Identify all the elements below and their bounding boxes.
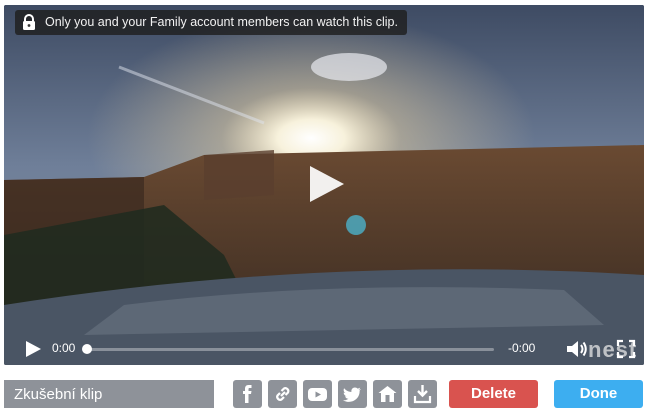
video-player[interactable]: Only you and your Family account members…	[4, 5, 644, 365]
youtube-button[interactable]	[303, 380, 332, 408]
twitter-button[interactable]	[338, 380, 367, 408]
clip-title-input[interactable]	[4, 380, 214, 408]
scrubber-handle[interactable]	[82, 344, 92, 354]
duration-remaining: -0:00	[508, 341, 536, 355]
facebook-button[interactable]	[233, 380, 262, 408]
fullscreen-icon[interactable]	[616, 339, 636, 359]
privacy-notice: Only you and your Family account members…	[15, 10, 407, 35]
scrubber-track[interactable]	[86, 348, 494, 351]
player-controls: 0:00 -0:00 nest	[4, 331, 644, 365]
twitter-icon	[343, 387, 361, 402]
play-icon[interactable]	[24, 339, 42, 359]
link-icon	[276, 387, 290, 401]
volume-icon[interactable]	[566, 339, 588, 359]
big-play-icon[interactable]	[304, 162, 348, 206]
done-button[interactable]: Done	[554, 380, 643, 408]
privacy-notice-text: Only you and your Family account members…	[45, 15, 398, 29]
home-icon	[378, 386, 397, 402]
copy-link-button[interactable]	[268, 380, 297, 408]
download-icon	[413, 385, 432, 404]
nest-home-button[interactable]	[373, 380, 402, 408]
youtube-icon	[308, 388, 327, 401]
download-button[interactable]	[408, 380, 437, 408]
facebook-icon	[243, 385, 252, 403]
current-time: 0:00	[52, 341, 76, 355]
lock-icon	[23, 14, 35, 30]
delete-button[interactable]: Delete	[449, 380, 538, 408]
clip-toolbar: Delete Done	[0, 380, 649, 410]
